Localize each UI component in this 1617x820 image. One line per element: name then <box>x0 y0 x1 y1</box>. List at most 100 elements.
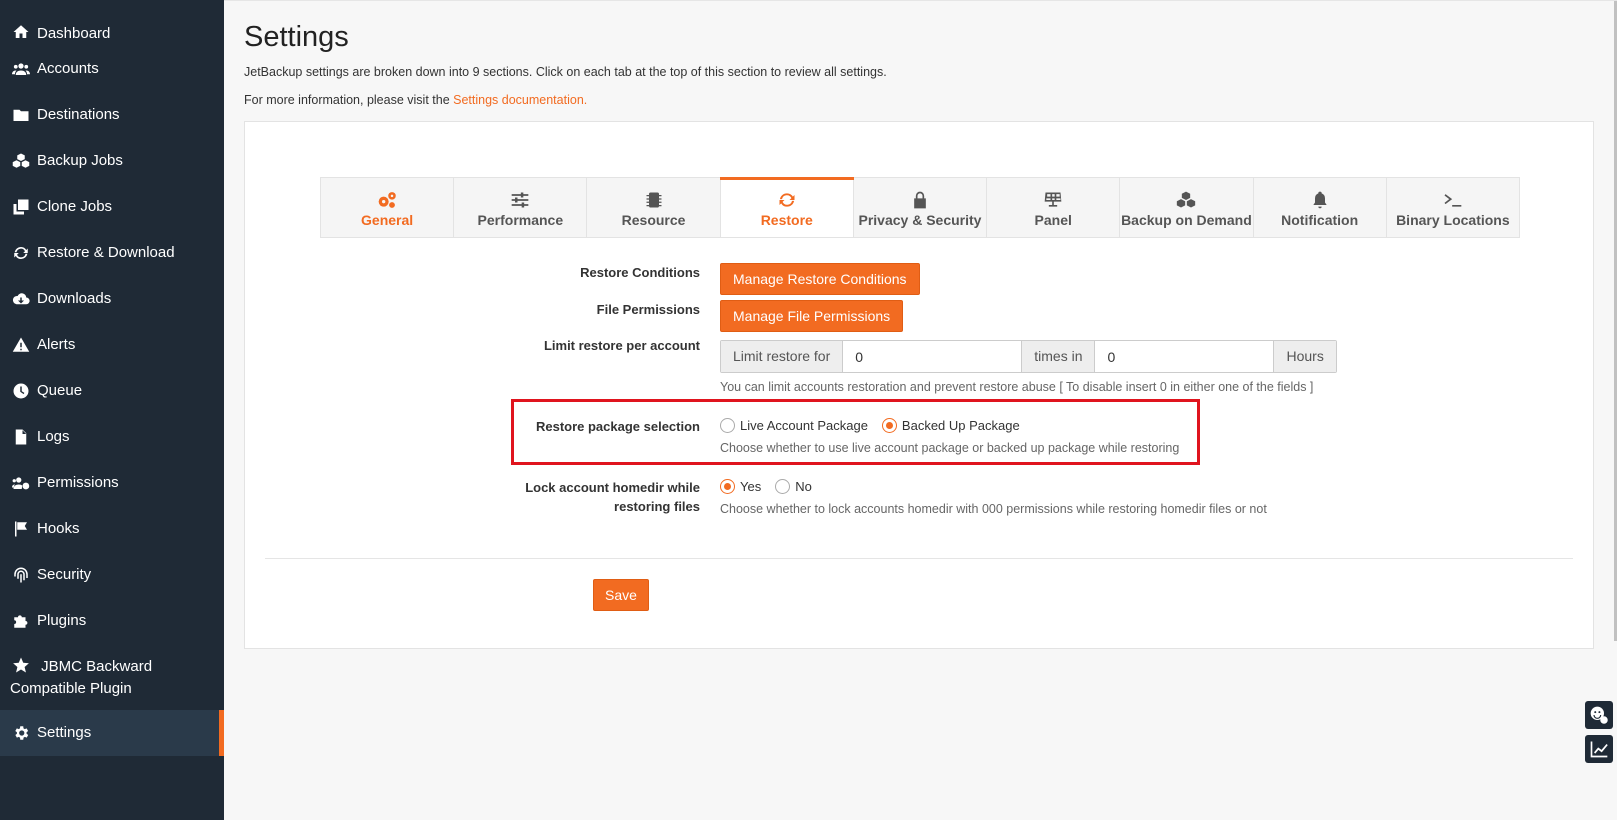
tab-restore[interactable]: Restore <box>719 177 855 237</box>
sidebar-item-label: Hooks <box>37 520 80 537</box>
save-button[interactable]: Save <box>593 579 649 611</box>
cloud-download-icon <box>10 290 32 308</box>
limit-restore-help: You can limit accounts restoration and p… <box>720 380 1314 394</box>
sidebar-item-label: Settings <box>37 724 92 741</box>
lock-yes-option[interactable]: Yes <box>720 479 761 494</box>
sidebar-item-dashboard[interactable]: Dashboard <box>0 0 224 46</box>
flag-icon <box>10 520 32 538</box>
lock-homedir-label-line2: restoring files <box>614 499 700 514</box>
sidebar-item-clone-jobs[interactable]: Clone Jobs <box>0 184 224 230</box>
package-selection-radios: Live Account Package Backed Up Package <box>720 418 1034 433</box>
lock-icon <box>909 188 931 210</box>
limit-restore-input-group: Limit restore for times in Hours <box>720 340 1337 373</box>
tab-panel[interactable]: Panel <box>987 178 1121 237</box>
limit-restore-suffix: Hours <box>1273 341 1336 372</box>
live-account-package-option[interactable]: Live Account Package <box>720 418 868 433</box>
form-labels: Restore Conditions File Permissions Limi… <box>245 122 700 648</box>
sidebar-item-label: Permissions <box>37 474 119 491</box>
sidebar-item-plugins[interactable]: Plugins <box>0 598 224 644</box>
tab-label: Panel <box>1034 212 1072 228</box>
lock-no-radio[interactable] <box>775 479 791 494</box>
fingerprint-icon <box>10 566 32 584</box>
sidebar-item-accounts[interactable]: Accounts <box>0 46 224 92</box>
tab-label: Notification <box>1281 212 1359 228</box>
tab-backup-on-demand[interactable]: Backup on Demand <box>1120 178 1254 237</box>
folder-icon <box>10 106 32 124</box>
limit-restore-label: Limit restore per account <box>543 338 700 353</box>
sidebar-item-restore-download[interactable]: Restore & Download <box>0 230 224 276</box>
users-cog-icon <box>10 474 32 492</box>
sidebar-item-label: Clone Jobs <box>37 198 113 215</box>
main-content: Settings JetBackup settings are broken d… <box>224 0 1617 820</box>
refresh-icon <box>776 188 798 210</box>
sidebar-item-label: Logs <box>37 428 70 445</box>
page-description: JetBackup settings are broken down into … <box>244 65 887 79</box>
clone-icon <box>10 198 32 216</box>
lock-no-label: No <box>795 479 812 494</box>
cubes-icon <box>1175 188 1197 210</box>
tab-privacy-security[interactable]: Privacy & Security <box>854 178 988 237</box>
live-account-package-radio[interactable] <box>720 418 735 433</box>
sidebar-item-logs[interactable]: Logs <box>0 414 224 460</box>
sidebar-item-security[interactable]: Security <box>0 552 224 598</box>
lock-no-option[interactable]: No <box>775 479 812 494</box>
package-selection-help: Choose whether to use live account packa… <box>720 441 1180 455</box>
file-icon <box>10 428 32 446</box>
manage-file-permissions-button[interactable]: Manage File Permissions <box>720 300 904 332</box>
limit-restore-hours-input[interactable] <box>1095 341 1274 372</box>
warning-icon <box>10 336 32 354</box>
tab-binary-locations[interactable]: Binary Locations <box>1387 178 1519 237</box>
chart-icon[interactable] <box>1585 735 1613 763</box>
home-icon <box>10 23 32 41</box>
sidebar-item-alerts[interactable]: Alerts <box>0 322 224 368</box>
limit-restore-count-input[interactable] <box>843 341 1022 372</box>
solar-panel-icon <box>1042 188 1064 210</box>
feedback-icon[interactable] <box>1585 701 1613 729</box>
page-title: Settings <box>244 21 349 53</box>
sidebar-item-label: Alerts <box>37 336 76 353</box>
lock-yes-radio[interactable] <box>720 479 735 494</box>
manage-restore-conditions-button[interactable]: Manage Restore Conditions <box>720 263 920 295</box>
gear-icon <box>10 724 32 742</box>
tab-label: Privacy & Security <box>858 212 982 228</box>
lock-homedir-label-line1: Lock account homedir while <box>525 480 700 495</box>
sidebar-item-label: Plugins <box>37 612 87 629</box>
settings-documentation-link[interactable]: Settings documentation. <box>453 93 587 107</box>
sidebar-item-label: Accounts <box>37 60 99 77</box>
more-info-text: For more information, please visit the S… <box>244 93 587 107</box>
lock-homedir-radios: Yes No <box>720 479 826 494</box>
sidebar-item-label: Restore & Download <box>37 244 175 261</box>
sidebar-item-settings[interactable]: Settings <box>0 710 224 756</box>
sidebar-item-downloads[interactable]: Downloads <box>0 276 224 322</box>
backed-up-package-radio[interactable] <box>881 418 897 433</box>
sidebar-item-label: Security <box>37 566 92 583</box>
lock-yes-label: Yes <box>740 479 762 494</box>
sidebar-item-jbmc-plugin[interactable]: JBMC Backward Compatible Plugin <box>0 644 224 710</box>
tab-notification[interactable]: Notification <box>1254 178 1387 237</box>
lock-homedir-help: Choose whether to lock accounts homedir … <box>720 502 1267 516</box>
refresh-icon <box>10 244 32 262</box>
limit-restore-middle: times in <box>1021 341 1096 372</box>
sidebar-item-permissions[interactable]: Permissions <box>0 460 224 506</box>
cubes-icon <box>10 152 32 170</box>
sidebar-item-queue[interactable]: Queue <box>0 368 224 414</box>
clock-icon <box>10 382 32 400</box>
live-account-package-label: Live Account Package <box>740 418 868 433</box>
sidebar-item-label: Dashboard <box>37 25 111 42</box>
settings-panel: General Performance Resource Restore Pri… <box>244 121 1594 649</box>
sidebar-item-destinations[interactable]: Destinations <box>0 92 224 138</box>
sidebar-item-label: Downloads <box>37 290 112 307</box>
tab-label: Restore <box>760 212 813 228</box>
star-icon <box>10 656 32 674</box>
lock-homedir-label: Lock account homedir while restoring fil… <box>525 478 700 516</box>
sidebar-item-label: Destinations <box>37 106 120 123</box>
backed-up-package-option[interactable]: Backed Up Package <box>881 418 1020 433</box>
sidebar-item-backup-jobs[interactable]: Backup Jobs <box>0 138 224 184</box>
more-info-prefix: For more information, please visit the <box>244 93 454 107</box>
sidebar-item-hooks[interactable]: Hooks <box>0 506 224 552</box>
puzzle-icon <box>10 612 32 630</box>
terminal-icon <box>1442 188 1464 210</box>
sidebar-item-label: Queue <box>37 382 83 399</box>
file-permissions-label: File Permissions <box>596 302 700 317</box>
sidebar-item-label: Backup Jobs <box>37 152 123 169</box>
